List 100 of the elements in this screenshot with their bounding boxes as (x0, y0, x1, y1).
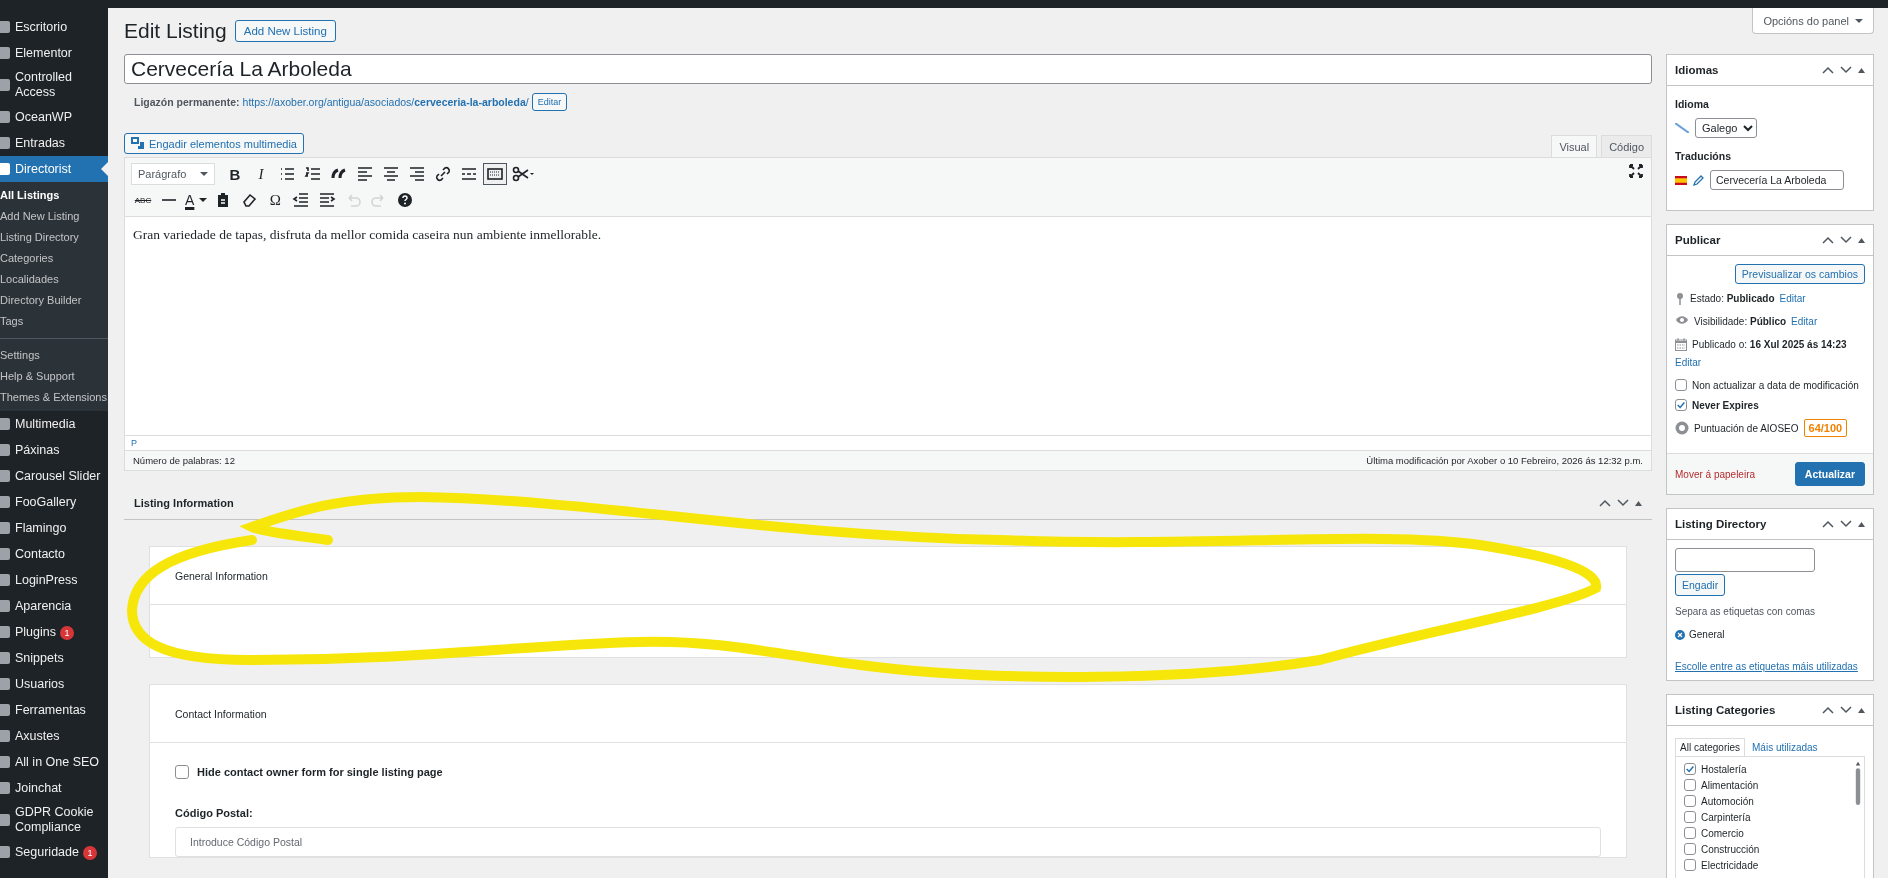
chevron-down-icon[interactable] (1617, 499, 1629, 507)
checkbox[interactable] (1684, 763, 1696, 775)
sidebar-item[interactable]: Carousel Slider (0, 463, 108, 489)
chevron-up-icon[interactable] (1822, 66, 1834, 74)
sidebar-item[interactable]: Flamingo (0, 515, 108, 541)
edit-permalink-button[interactable]: Editar (531, 93, 568, 111)
submenu-item[interactable]: Settings (0, 345, 108, 366)
fullscreen-icon[interactable] (1629, 164, 1643, 178)
checkbox[interactable] (1684, 843, 1696, 855)
card-title: Contact Information (175, 707, 267, 720)
submenu-item[interactable]: Localidades (0, 269, 108, 290)
toolbar-button[interactable] (483, 163, 507, 185)
editor-content[interactable]: Gran variedade de tapas, disfruta da mellor comida caseira nun ambiente inmellorable. (125, 217, 1651, 435)
translation-field[interactable]: Cervecería La Arboleda (1710, 170, 1844, 190)
sidebar-item[interactable]: Entradas (0, 130, 108, 156)
remove-icon[interactable] (1675, 629, 1685, 640)
category-label: Construcción (1701, 843, 1760, 855)
bold-button[interactable]: B (223, 163, 247, 185)
sidebar-item[interactable]: Contacto (0, 541, 108, 567)
chevron-down-icon[interactable] (1840, 520, 1852, 528)
sidebar-item[interactable]: Usuarios (0, 671, 108, 697)
triangle-up-icon[interactable] (1858, 521, 1865, 527)
chevron-up-icon[interactable] (1599, 499, 1611, 507)
checkbox[interactable] (1684, 779, 1696, 791)
square-icon (0, 846, 10, 858)
sidebar-item[interactable]: Controlled Access (0, 66, 108, 104)
checkbox[interactable] (1675, 379, 1687, 391)
editor-tab[interactable]: Código (1601, 135, 1652, 157)
square-icon (0, 814, 10, 826)
pin-icon (1675, 292, 1685, 305)
chevron-down-icon[interactable] (1840, 236, 1852, 244)
horizontal-line-icon (162, 199, 176, 201)
sidebar-item[interactable]: Axustes (0, 723, 108, 749)
sidebar-item[interactable]: Seguridade 1 (0, 839, 108, 865)
submenu-item[interactable]: Categories (0, 248, 108, 269)
triangle-up-icon[interactable] (1858, 237, 1865, 243)
checkbox[interactable] (1684, 795, 1696, 807)
category-tab[interactable]: Máis utilizadas (1747, 738, 1823, 757)
sidebar-item[interactable]: Aparencia (0, 593, 108, 619)
sidebar-item[interactable]: GDPR Cookie Compliance (0, 801, 108, 839)
checkbox[interactable] (1675, 399, 1687, 411)
language-select[interactable]: Galego (1695, 118, 1757, 138)
pencil-icon[interactable] (1693, 174, 1704, 186)
checkbox[interactable] (1684, 827, 1696, 839)
checkbox[interactable] (1684, 811, 1696, 823)
sidebar-item[interactable]: OceanWP (0, 104, 108, 130)
checkbox[interactable] (1684, 859, 1696, 871)
sidebar-item[interactable]: Ferramentas (0, 697, 108, 723)
sidebar-item[interactable]: Plugins 1 (0, 619, 108, 645)
special-character-button[interactable]: Ω (263, 189, 288, 211)
edit-link[interactable]: Editar (1779, 292, 1806, 305)
chevron-down-icon[interactable] (1840, 706, 1852, 714)
chevron-up-icon[interactable] (1822, 236, 1834, 244)
tag-input[interactable] (1675, 548, 1815, 572)
add-media-button[interactable]: Engadir elementos multimedia (124, 133, 304, 154)
chevron-up-icon[interactable] (1822, 706, 1834, 714)
input-field[interactable]: Introduce Código Postal (175, 827, 1601, 857)
submenu-item[interactable]: Directory Builder (0, 290, 108, 311)
sidebar-item[interactable]: Elementor (0, 40, 108, 66)
sidebar-item[interactable]: LoginPress (0, 567, 108, 593)
sidebar-item[interactable]: Snippets (0, 645, 108, 671)
sidebar-item[interactable]: Páxinas (0, 437, 108, 463)
popular-tags-link[interactable]: Escolle entre as etiquetas máis utilizadas (1675, 661, 1858, 672)
submenu-item[interactable]: Add New Listing (0, 206, 108, 227)
screen-options-button[interactable]: Opcións do panel (1752, 8, 1874, 34)
add-new-button[interactable]: Add New Listing (234, 20, 336, 42)
permalink-link[interactable]: https://axober.org/antigua/asociados/cerveceria-la-arboleda/ (242, 96, 529, 108)
triangle-up-icon[interactable] (1858, 707, 1865, 713)
chevron-up-icon[interactable] (1822, 520, 1834, 528)
editor-tab[interactable]: Visual (1551, 135, 1598, 157)
submenu-item[interactable]: Listing Directory (0, 227, 108, 248)
submenu-item[interactable]: All Listings (0, 185, 108, 206)
chevron-down-icon[interactable] (1840, 66, 1852, 74)
italic-button[interactable]: I (249, 163, 273, 185)
score-badge: 64/100 (1803, 419, 1848, 437)
trash-link[interactable]: Mover á papeleira (1675, 468, 1756, 480)
preview-button[interactable]: Previsualizar os cambios (1734, 264, 1865, 284)
panel-title: Idiomas (1675, 64, 1719, 76)
sidebar-item[interactable]: Escritorio (0, 14, 108, 40)
triangle-up-icon[interactable] (1635, 500, 1642, 506)
submenu-item[interactable]: Tags (0, 311, 108, 332)
submenu-item[interactable]: Themes & Extensions (0, 387, 108, 408)
format-dropdown[interactable]: Parágrafo (131, 163, 215, 185)
triangle-up-icon[interactable] (1858, 67, 1865, 73)
title-field[interactable]: Cervecería La Arboleda (124, 54, 1652, 84)
sidebar-item[interactable]: All in One SEO (0, 749, 108, 775)
sidebar-item[interactable]: Joinchat (0, 775, 108, 801)
checkbox[interactable] (175, 765, 189, 779)
edit-link[interactable]: Editar (1675, 356, 1702, 369)
strikethrough-button[interactable]: ABC (131, 189, 155, 211)
edit-link[interactable]: Editar (1791, 315, 1818, 328)
panel-title: Listing Categories (1675, 704, 1776, 716)
sidebar-item[interactable]: FooGallery (0, 489, 108, 515)
add-tag-button[interactable]: Engadir (1675, 574, 1726, 596)
sidebar-item[interactable]: Multimedia (0, 411, 108, 437)
text-color-button[interactable]: A (183, 189, 210, 211)
checkbox-label: Non actualizar a data de modificación (1692, 379, 1859, 391)
update-button[interactable]: Actualizar (1794, 462, 1865, 486)
sidebar-item[interactable]: Directorist (0, 156, 108, 182)
submenu-item[interactable]: Help & Support (0, 366, 108, 387)
